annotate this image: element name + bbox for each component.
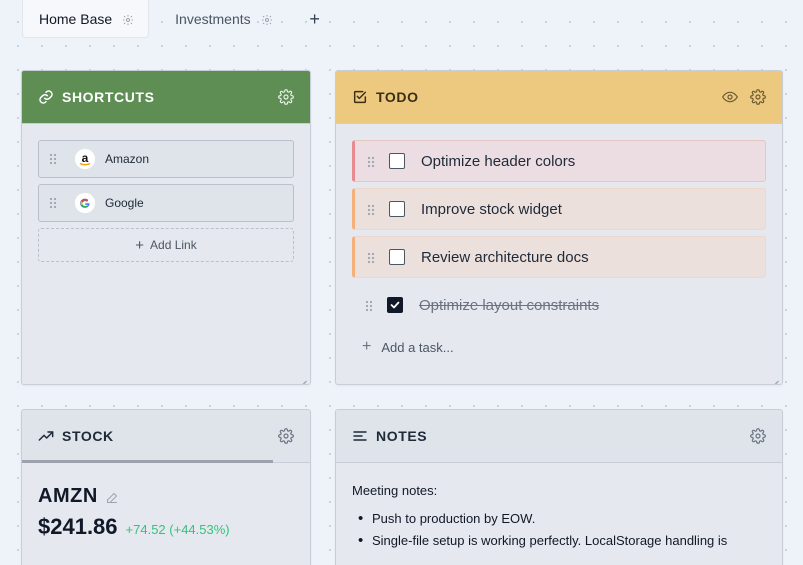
task-checkbox[interactable] bbox=[389, 249, 405, 265]
stock-ticker: AMZN bbox=[38, 485, 98, 507]
stock-change: +74.52 (+44.53%) bbox=[125, 522, 230, 537]
task-text: Review architecture docs bbox=[421, 248, 589, 266]
shortcut-google[interactable]: Google bbox=[38, 184, 294, 222]
task-text: Optimize layout constraints bbox=[419, 296, 600, 314]
eye-icon[interactable] bbox=[722, 89, 738, 105]
header-progress-bar bbox=[22, 460, 273, 463]
add-tab-button[interactable]: + bbox=[305, 0, 325, 38]
task-checkbox[interactable] bbox=[389, 201, 405, 217]
shortcuts-header: SHORTCUTS bbox=[22, 71, 310, 124]
notes-bullet: Single-file setup is working perfectly. … bbox=[358, 532, 766, 549]
task-item[interactable]: Improve stock widget bbox=[352, 188, 766, 230]
notes-header: NOTES bbox=[336, 410, 782, 463]
notes-widget: NOTES Meeting notes: Push to production … bbox=[335, 409, 783, 565]
task-checkbox[interactable] bbox=[389, 153, 405, 169]
todo-widget: TODO Optimize header colors Improve stoc… bbox=[335, 70, 783, 385]
tab-bar: Home Base Investments + bbox=[22, 0, 325, 40]
add-task-input[interactable]: + Add a task... bbox=[352, 332, 766, 362]
stock-price: $241.86 bbox=[38, 514, 118, 539]
gear-icon[interactable] bbox=[122, 13, 134, 25]
task-item[interactable]: Optimize header colors bbox=[352, 140, 766, 182]
gear-icon[interactable] bbox=[750, 428, 766, 444]
gear-icon[interactable] bbox=[261, 13, 273, 25]
widget-title: TODO bbox=[376, 89, 419, 105]
add-link-button[interactable]: + Add Link bbox=[38, 228, 294, 262]
stock-body: AMZN $241.86 +74.52 (+44.53%) bbox=[22, 463, 310, 562]
shortcut-label: Google bbox=[105, 196, 144, 210]
notes-content[interactable]: Meeting notes: Push to production by EOW… bbox=[336, 463, 782, 565]
stock-widget: STOCK AMZN $241.86 +74.52 (+44.53%) bbox=[21, 409, 311, 565]
shortcuts-widget: SHORTCUTS a Amazon Google + Add Link bbox=[21, 70, 311, 385]
tab-home-base[interactable]: Home Base bbox=[22, 0, 150, 38]
google-icon bbox=[75, 193, 95, 213]
widget-title: SHORTCUTS bbox=[62, 89, 155, 105]
widget-title: STOCK bbox=[62, 428, 114, 444]
resize-handle-icon[interactable] bbox=[772, 374, 779, 384]
tab-label: Investments bbox=[175, 11, 251, 27]
drag-handle-icon[interactable] bbox=[367, 203, 375, 216]
gear-icon[interactable] bbox=[278, 428, 294, 444]
add-task-placeholder: Add a task... bbox=[381, 339, 454, 355]
shortcut-list: a Amazon Google + Add Link bbox=[22, 124, 310, 278]
task-item[interactable]: Review architecture docs bbox=[352, 236, 766, 278]
tab-label: Home Base bbox=[39, 10, 113, 27]
stock-header: STOCK bbox=[22, 410, 310, 463]
drag-handle-icon[interactable] bbox=[365, 299, 373, 312]
drag-handle-icon[interactable] bbox=[49, 197, 57, 209]
trending-up-icon bbox=[38, 428, 54, 444]
amazon-icon: a bbox=[75, 149, 95, 169]
pencil-icon[interactable] bbox=[106, 491, 118, 503]
plus-icon: + bbox=[135, 236, 145, 254]
widget-title: NOTES bbox=[376, 428, 428, 444]
task-text: Improve stock widget bbox=[421, 200, 562, 218]
text-lines-icon bbox=[352, 428, 368, 444]
shortcut-amazon[interactable]: a Amazon bbox=[38, 140, 294, 178]
svg-text:a: a bbox=[82, 151, 89, 165]
gear-icon[interactable] bbox=[278, 89, 294, 105]
check-icon bbox=[390, 301, 400, 309]
notes-bullet-list: Push to production by EOW. Single-file s… bbox=[352, 510, 766, 549]
notes-bullet: Push to production by EOW. bbox=[358, 510, 766, 527]
notes-heading: Meeting notes: bbox=[352, 483, 438, 498]
shortcut-label: Amazon bbox=[105, 152, 150, 166]
task-text: Optimize header colors bbox=[421, 152, 576, 170]
checkbox-icon bbox=[352, 89, 368, 105]
drag-handle-icon[interactable] bbox=[367, 251, 375, 264]
todo-header: TODO bbox=[336, 71, 782, 124]
link-icon bbox=[38, 89, 54, 105]
task-item[interactable]: Optimize layout constraints bbox=[352, 284, 766, 326]
drag-handle-icon[interactable] bbox=[49, 153, 57, 165]
plus-icon: + bbox=[362, 338, 372, 355]
task-checkbox[interactable] bbox=[387, 297, 403, 313]
task-list: Optimize header colors Improve stock wid… bbox=[336, 124, 782, 378]
add-link-label: Add Link bbox=[150, 238, 197, 252]
resize-handle-icon[interactable] bbox=[300, 374, 307, 384]
gear-icon[interactable] bbox=[750, 89, 766, 105]
drag-handle-icon[interactable] bbox=[367, 155, 375, 168]
tab-investments[interactable]: Investments bbox=[159, 0, 286, 38]
